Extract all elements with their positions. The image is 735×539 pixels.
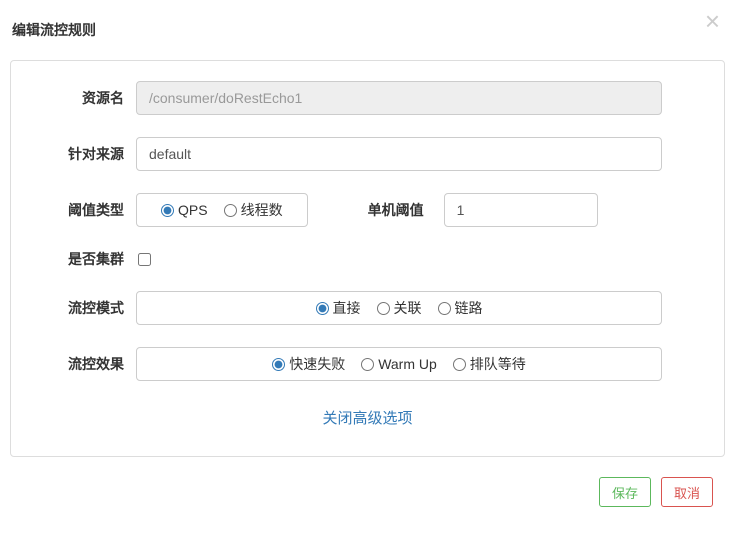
cancel-button[interactable]: 取消	[661, 477, 713, 507]
radio-qps-input[interactable]	[161, 204, 174, 217]
radio-queue[interactable]: 排队等待	[453, 354, 526, 374]
radio-qps[interactable]: QPS	[161, 202, 208, 218]
radio-direct[interactable]: 直接	[316, 298, 361, 318]
radio-chain-label: 链路	[455, 298, 483, 318]
radio-direct-input[interactable]	[316, 302, 329, 315]
row-threshold: 阈值类型 QPS 线程数 单机阈值	[41, 193, 694, 227]
label-effect: 流控效果	[41, 354, 136, 374]
radio-warmup[interactable]: Warm Up	[361, 356, 437, 372]
radio-warmup-input[interactable]	[361, 358, 374, 371]
radio-queue-label: 排队等待	[470, 354, 526, 374]
radio-qps-label: QPS	[178, 202, 208, 218]
radio-relate[interactable]: 关联	[377, 298, 422, 318]
close-icon[interactable]: ×	[705, 8, 720, 34]
radio-thread-input[interactable]	[224, 204, 237, 217]
mode-group: 直接 关联 链路	[136, 291, 662, 325]
label-cluster: 是否集群	[41, 249, 136, 269]
cluster-checkbox[interactable]	[138, 253, 151, 266]
dialog-footer: 保存 取消	[0, 467, 735, 525]
radio-queue-input[interactable]	[453, 358, 466, 371]
label-single-threshold: 单机阈值	[368, 200, 424, 220]
source-input[interactable]	[136, 137, 662, 171]
label-source: 针对来源	[41, 144, 136, 164]
radio-failfast-label: 快速失败	[289, 354, 345, 374]
save-button[interactable]: 保存	[599, 477, 651, 507]
dialog-title: 编辑流控规则	[0, 0, 735, 60]
row-cluster: 是否集群	[41, 249, 694, 269]
radio-failfast[interactable]: 快速失败	[272, 354, 345, 374]
label-threshold-type: 阈值类型	[41, 200, 136, 220]
radio-chain-input[interactable]	[438, 302, 451, 315]
label-resource: 资源名	[41, 88, 136, 108]
form-panel: 资源名 针对来源 阈值类型 QPS 线程数 单机阈值	[10, 60, 725, 457]
radio-relate-label: 关联	[394, 298, 422, 318]
radio-failfast-input[interactable]	[272, 358, 285, 371]
radio-warmup-label: Warm Up	[378, 356, 437, 372]
row-resource: 资源名	[41, 81, 694, 115]
resource-input	[136, 81, 662, 115]
row-effect: 流控效果 快速失败 Warm Up 排队等待	[41, 347, 694, 381]
row-source: 针对来源	[41, 137, 694, 171]
radio-chain[interactable]: 链路	[438, 298, 483, 318]
radio-thread-label: 线程数	[241, 200, 283, 220]
effect-group: 快速失败 Warm Up 排队等待	[136, 347, 662, 381]
radio-direct-label: 直接	[333, 298, 361, 318]
radio-relate-input[interactable]	[377, 302, 390, 315]
toggle-advanced-link[interactable]: 关闭高级选项	[41, 403, 694, 446]
single-threshold-input[interactable]	[444, 193, 598, 227]
threshold-type-group: QPS 线程数	[136, 193, 308, 227]
radio-thread[interactable]: 线程数	[224, 200, 283, 220]
label-mode: 流控模式	[41, 298, 136, 318]
row-mode: 流控模式 直接 关联 链路	[41, 291, 694, 325]
